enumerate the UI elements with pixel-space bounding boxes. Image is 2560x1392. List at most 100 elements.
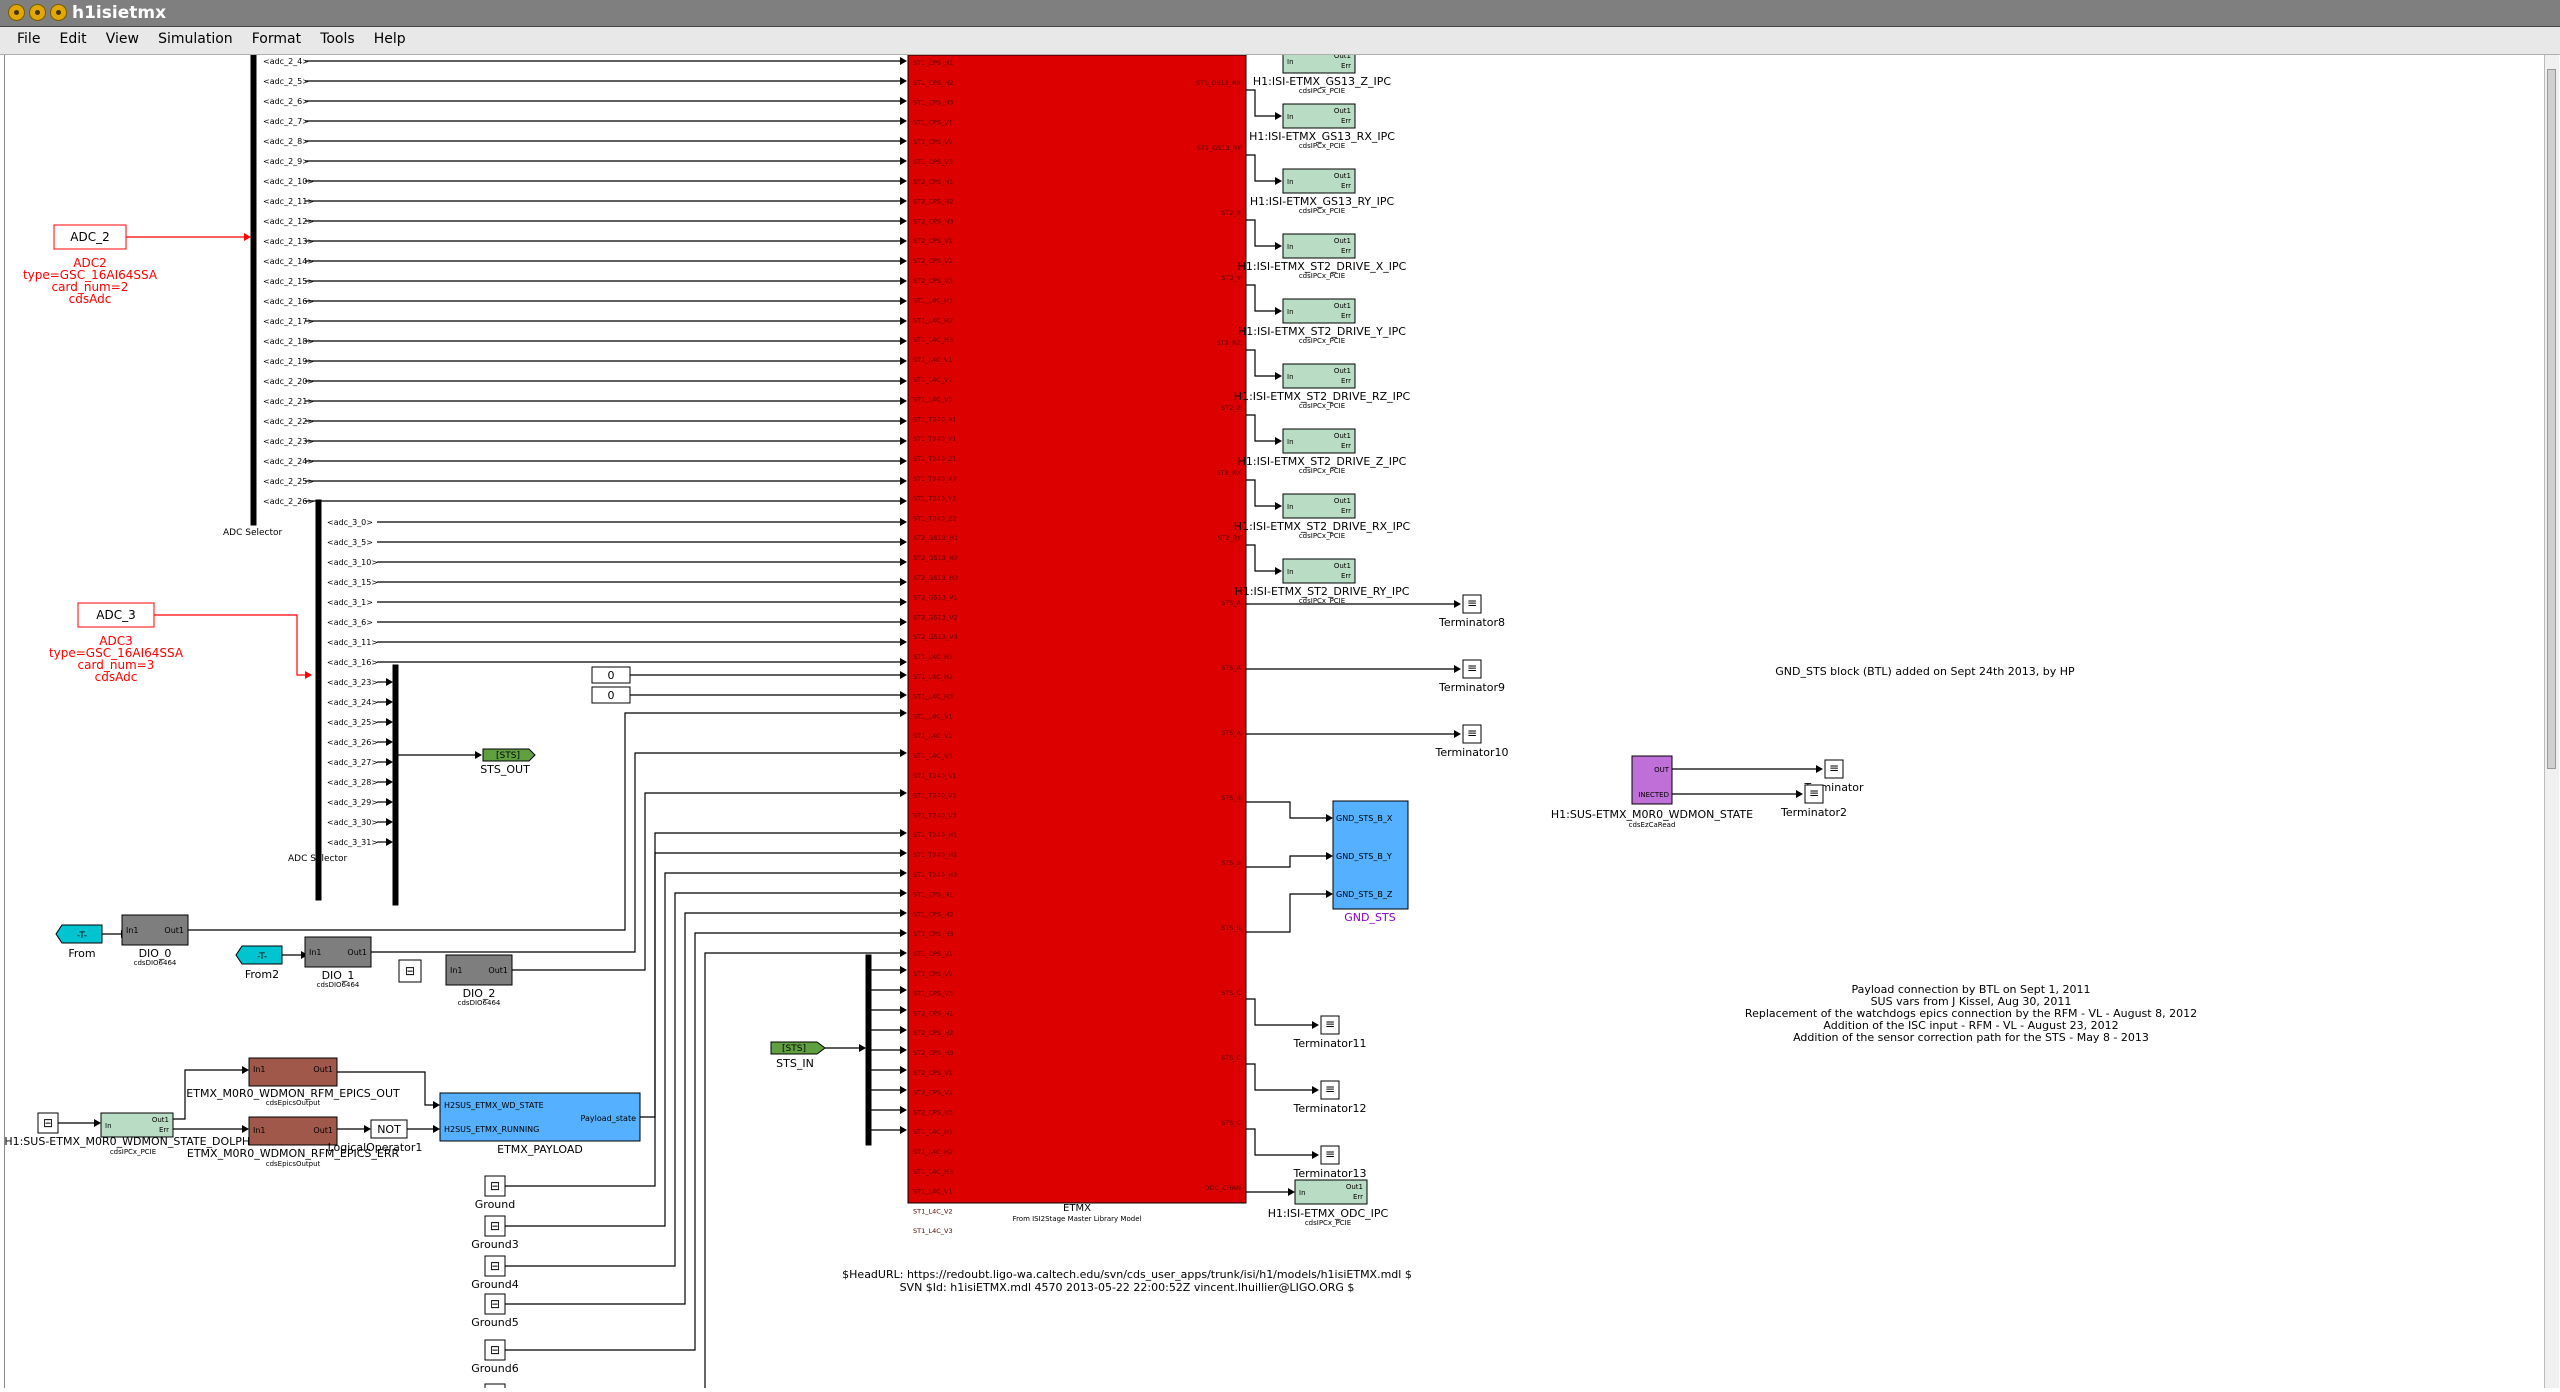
ipc-block-out-port: Out1: [1334, 367, 1351, 375]
ipc-block-out-port: Out1: [1334, 497, 1351, 505]
channel-arrow: [900, 709, 907, 717]
adc3-selector-bar[interactable]: [315, 499, 322, 901]
ipc-feed-line: [1246, 414, 1275, 442]
ipc-sublabel: cdsIPCx_PCIE: [1299, 142, 1345, 150]
diagram-canvas[interactable]: ADC_2 ADC2 type=GSC_16AI64SSA card_num=2 cds…: [4, 48, 2545, 1392]
ipc-block-err-port: Err: [1341, 377, 1351, 385]
epics-out-port: Out1: [313, 1065, 333, 1074]
ground-line: [505, 892, 900, 1267]
ground-glyph: ⊟: [490, 1259, 500, 1273]
menu-view[interactable]: View: [99, 27, 146, 51]
etmx-input-port: ST1_T240_Z2: [913, 514, 957, 522]
ipc-sublabel: cdsIPCx_PCIE: [1299, 532, 1345, 540]
ipc-arrow: [1275, 502, 1282, 510]
etmx-output-port: STS_A: [1221, 664, 1241, 672]
adc3-channel-label: <adc_3_23>: [327, 678, 378, 687]
watchdog-sublabel: cdsEzCaRead: [1629, 821, 1676, 829]
ground-label: Ground: [475, 1198, 515, 1211]
channel-arrow: [900, 829, 907, 837]
menu-file[interactable]: File: [10, 27, 47, 51]
etmx-output-port: ODC_CHAN: [1204, 1184, 1241, 1192]
etmx-input-port: ST1_CPS_V2: [913, 970, 953, 978]
adc2-selector-bar[interactable]: [250, 54, 257, 526]
terminator-arrow: [1454, 730, 1461, 738]
terminator-glyph: ≡: [1829, 761, 1839, 775]
channel-arrow: [900, 518, 907, 526]
ipc-sublabel: cdsIPCx_PCIE: [1299, 207, 1345, 215]
etmx-input-port: ST2_GS13_H3: [913, 574, 958, 582]
channel-arrow: [900, 889, 907, 897]
etmx-input-port: ST1_T240_H2: [913, 851, 957, 859]
channel-arrow: [900, 57, 907, 65]
dio-sublabel: cdsDIO6464: [134, 959, 177, 967]
adc2-block-label: cdsAdc: [69, 292, 112, 306]
dolphin-ipc-block-in-port: In: [105, 1122, 112, 1130]
channel-arrow: [900, 177, 907, 185]
ground-glyph: ⊟: [490, 1219, 500, 1233]
channel-arrow: [900, 217, 907, 225]
adc3-port-label: ADC_3: [96, 608, 135, 622]
right-terminator-arrow: [1796, 790, 1803, 798]
not-arrow: [364, 1125, 371, 1133]
adc3-channel-label: <adc_3_25>: [327, 718, 378, 727]
channel-arrow: [900, 671, 907, 679]
sts-mux-bar[interactable]: [392, 664, 399, 906]
menu-simulation[interactable]: Simulation: [151, 27, 240, 51]
gnd-sts-note: GND_STS block (BTL) added on Sept 24th 2…: [1775, 665, 2075, 678]
channel-arrow: [900, 277, 907, 285]
channel-arrow: [900, 1066, 907, 1074]
dolphin-ipc-sublabel: cdsIPCx_PCIE: [110, 1148, 156, 1156]
ground-label: Ground6: [471, 1362, 518, 1375]
from-tag: -T-: [257, 952, 267, 962]
etmx-input-port: ST1_T240_V2: [913, 792, 957, 800]
terminator-line: [1246, 998, 1313, 1026]
window-menu-button[interactable]: [8, 4, 25, 21]
menu-tools[interactable]: Tools: [313, 27, 362, 51]
etmx-input-port: ST2_CPS_H1: [913, 178, 953, 186]
dio-in-port: In1: [450, 966, 463, 975]
vertical-scrollbar[interactable]: [2544, 55, 2559, 1388]
channel-arrow: [386, 778, 393, 786]
payload-output-port: Payload_state: [581, 1114, 637, 1123]
ipc-block-err-port: Err: [1341, 182, 1351, 190]
terminator-label: Terminator11: [1293, 1037, 1367, 1050]
channel-arrow: [900, 909, 907, 917]
dio-sublabel: cdsDIO6464: [458, 999, 501, 1007]
dolphin-ipc-block-out-port: Out1: [152, 1116, 169, 1124]
menu-edit[interactable]: Edit: [53, 27, 94, 51]
channel-arrow: [900, 789, 907, 797]
sts-out-tag: [STS]: [496, 751, 520, 761]
etmx-input-port: ST1_L4C_V2: [913, 1207, 953, 1215]
terminator-label: Terminator12: [1293, 1102, 1367, 1115]
etmx-input-port: ST2_CPS_V1: [913, 1069, 953, 1077]
menu-bar: File Edit View Simulation Format Tools H…: [0, 27, 2560, 55]
ipc-feed-line: [1246, 479, 1275, 507]
sts-in-label: STS_IN: [776, 1057, 814, 1070]
ipc-sublabel: cdsIPCx_PCIE: [1299, 467, 1345, 475]
adc2-channel-label: <adc_2_6>: [263, 97, 309, 106]
ground-line: [704, 952, 900, 1392]
ipc-block-out-port: Out1: [1334, 55, 1351, 60]
ipc-block-err-port: Err: [1341, 572, 1351, 580]
sts-demux-bar[interactable]: [865, 954, 872, 1146]
channel-arrow: [900, 1106, 907, 1114]
etmx-block[interactable]: [907, 54, 1247, 1204]
maximize-button[interactable]: [50, 4, 67, 21]
menu-help[interactable]: Help: [367, 27, 413, 51]
menu-format[interactable]: Format: [245, 27, 308, 51]
gnd-sts-arrow: [1326, 890, 1333, 898]
etmx-input-port: ST2_GS13_V2: [913, 613, 958, 621]
payload-output-line: [640, 832, 900, 1118]
channel-arrow: [386, 698, 393, 706]
ground-glyph: ⊟: [490, 1297, 500, 1311]
channel-arrow: [900, 457, 907, 465]
terminator-label: Terminator8: [1438, 616, 1505, 629]
etmx-input-port: ST2_CPS_V3: [913, 1108, 953, 1116]
etmx-input-port: ST1_T240_V1: [913, 772, 957, 780]
ipc-block-in-port: In: [1287, 503, 1294, 511]
scrollbar-thumb[interactable]: [2547, 69, 2556, 769]
adc2-arrow: [244, 233, 251, 241]
etmx-input-port: ST1_CPS_H1: [913, 59, 953, 67]
minimize-button[interactable]: [29, 4, 46, 21]
channel-arrow: [900, 77, 907, 85]
